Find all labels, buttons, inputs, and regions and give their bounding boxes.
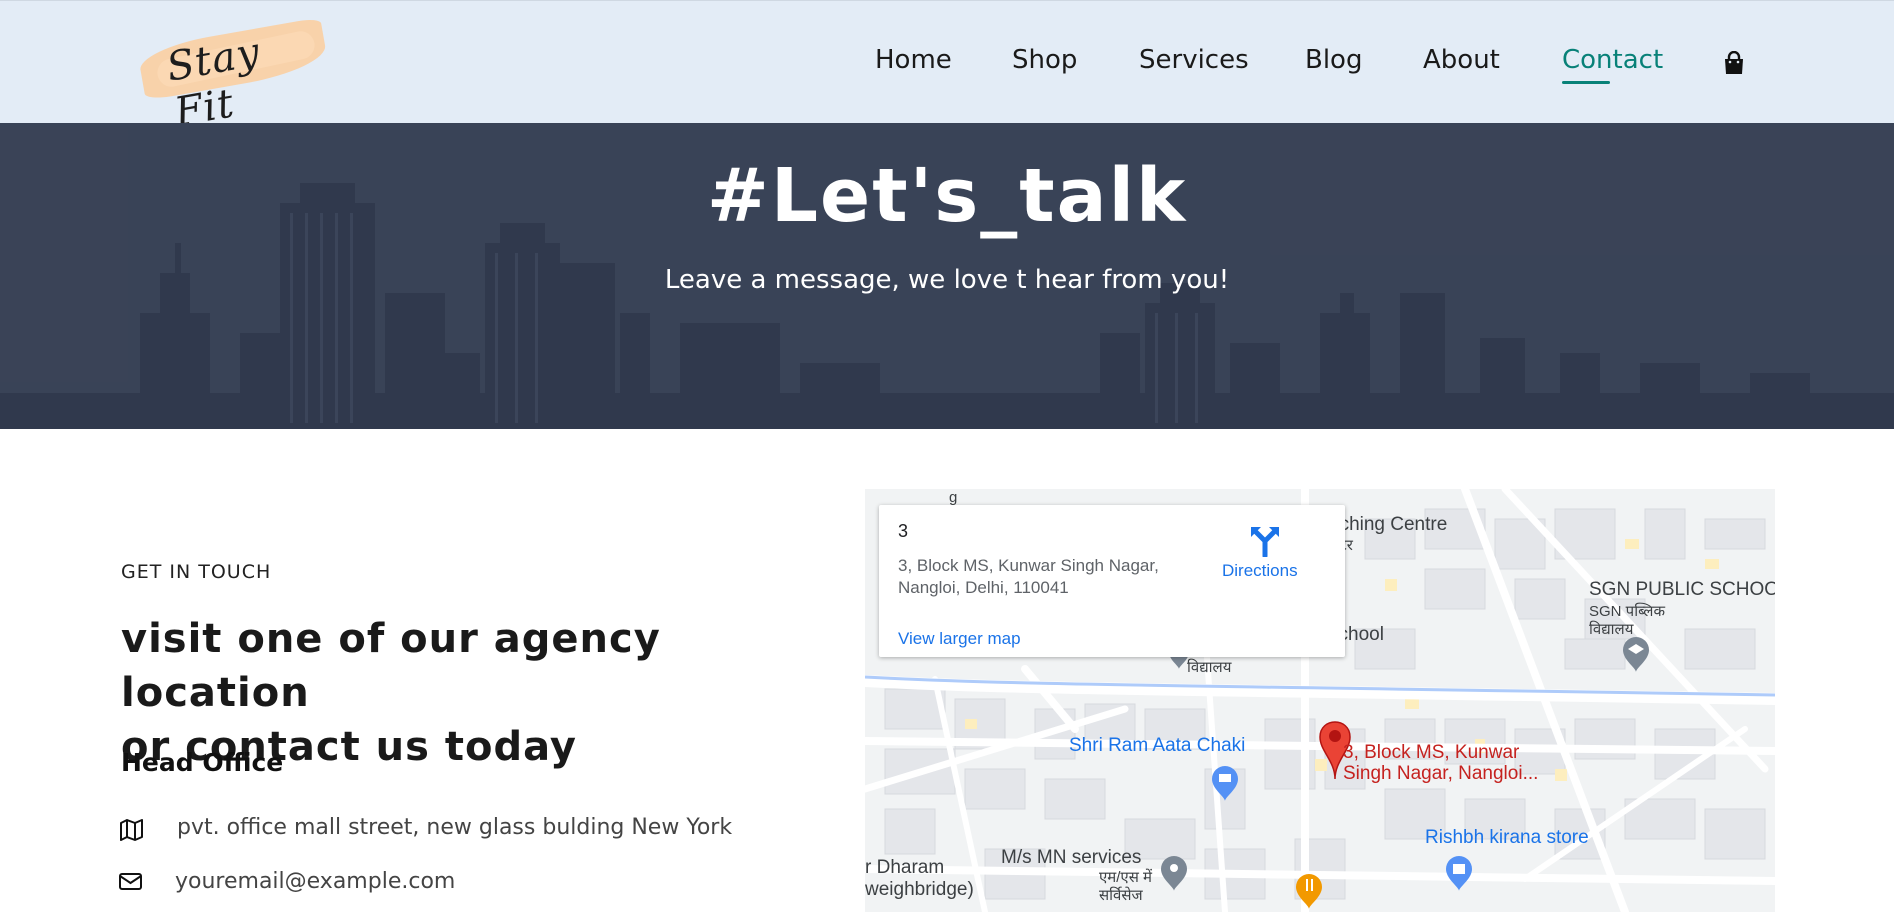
map-label[interactable]: Shri Ram Aata Chaki xyxy=(1069,735,1245,757)
nav-about[interactable]: About xyxy=(1423,45,1500,75)
envelope-icon xyxy=(119,873,142,890)
map-label: एम/एस में xyxy=(1099,869,1153,886)
map-label: M/s MN services xyxy=(1001,847,1142,868)
directions-icon[interactable] xyxy=(1249,523,1281,557)
headline-line: visit one of our agency location xyxy=(121,616,661,716)
map-label: r Dharam xyxy=(865,857,945,878)
hero-subtitle: Leave a message, we love t hear from you… xyxy=(664,265,1230,295)
nav-home[interactable]: Home xyxy=(875,45,952,75)
main-nav: Home Shop Services Blog About Contact xyxy=(0,45,1894,85)
map-label: विद्यालय xyxy=(1589,621,1634,638)
shopping-bag-icon[interactable] xyxy=(1723,51,1745,75)
map-info-card: 3 3, Block MS, Kunwar Singh Nagar, Nangl… xyxy=(879,505,1345,657)
address-text: pvt. office mall street, new glass buldi… xyxy=(177,815,733,840)
map-pin-label[interactable]: 3, Block MS, Kunwar xyxy=(1343,742,1519,764)
map-label: g xyxy=(949,489,958,506)
map-label[interactable]: Rishbh kirana store xyxy=(1425,827,1589,849)
section-eyebrow: GET IN TOUCH xyxy=(121,561,272,583)
active-nav-indicator xyxy=(1562,81,1610,84)
map-icon xyxy=(120,819,143,841)
nav-services[interactable]: Services xyxy=(1139,45,1249,75)
embedded-map[interactable]: aching Centre सेंटर school विद्यालय SGN … xyxy=(865,489,1775,912)
email-row: youremail@example.com xyxy=(119,869,519,899)
place-address-line: Nangloi, Delhi, 110041 xyxy=(898,578,1069,597)
hero-banner: #Let's_talk Leave a message, we love t h… xyxy=(0,123,1894,429)
map-label: SGN PUBLIC SCHOO xyxy=(1589,579,1775,600)
map-label: विद्यालय xyxy=(1187,659,1232,676)
view-larger-map-link[interactable]: View larger map xyxy=(898,629,1021,649)
place-address: 3, Block MS, Kunwar Singh Nagar, Nangloi… xyxy=(898,555,1198,599)
hero-title: #Let's_talk xyxy=(706,153,1188,239)
map-label: SGN पब्लिक xyxy=(1589,603,1665,620)
nav-shop[interactable]: Shop xyxy=(1012,45,1077,75)
directions-link[interactable]: Directions xyxy=(1222,561,1298,581)
head-office-heading: Head Office xyxy=(121,748,284,777)
nav-blog[interactable]: Blog xyxy=(1305,45,1362,75)
map-pin-label[interactable]: Singh Nagar, Nangloi... xyxy=(1343,763,1538,785)
map-label: सर्विसेज xyxy=(1099,887,1143,904)
email-text[interactable]: youremail@example.com xyxy=(175,869,455,894)
map-label: aching Centre xyxy=(1329,514,1448,535)
place-title: 3 xyxy=(898,521,909,541)
site-header: Stay Fit Home Shop Services Blog About C… xyxy=(0,0,1894,136)
nav-contact[interactable]: Contact xyxy=(1562,45,1663,75)
map-label: weighbridge) xyxy=(865,879,974,900)
address-row: pvt. office mall street, new glass buldi… xyxy=(119,815,759,845)
place-address-line: 3, Block MS, Kunwar Singh Nagar, xyxy=(898,556,1159,575)
